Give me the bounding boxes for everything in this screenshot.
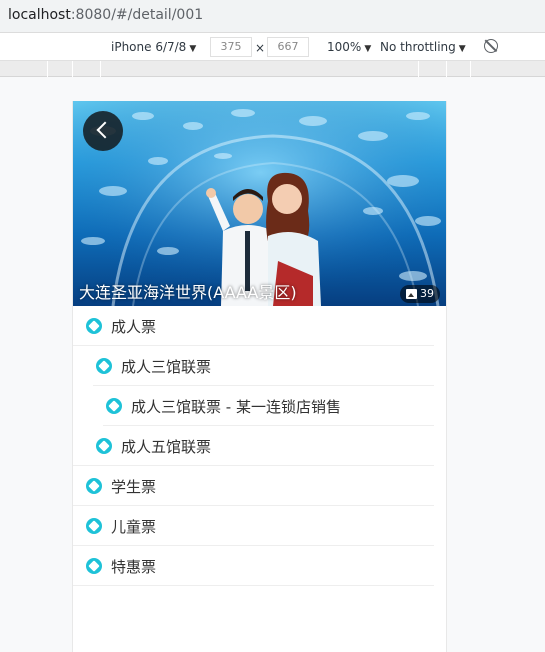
ticket-icon: [106, 398, 122, 414]
ticket-item[interactable]: 成人三馆联票 - 某一连锁店销售: [73, 386, 446, 426]
dimension-separator: ×: [255, 41, 266, 55]
ticket-label: 学生票: [111, 477, 157, 496]
chevron-left-icon: [96, 121, 114, 139]
back-button[interactable]: [83, 111, 123, 151]
device-select-label: iPhone 6/7/8: [111, 40, 187, 54]
ticket-item[interactable]: 成人票: [73, 306, 446, 346]
dropdown-arrow-icon: ▼: [364, 44, 372, 54]
ruler-tick: [418, 61, 419, 77]
url-path: :8080/#/detail/001: [70, 7, 204, 23]
rotate-icon[interactable]: [484, 39, 498, 53]
media-query-ruler[interactable]: [0, 61, 545, 77]
ruler-tick: [47, 61, 48, 77]
ticket-list: 成人票 成人三馆联票 成人三馆联票 - 某一连锁店销售 成人五馆联票 学生票 儿…: [73, 306, 446, 586]
photo-count-value: 39: [420, 287, 434, 300]
ticket-icon: [86, 318, 102, 334]
ticket-label: 特惠票: [111, 557, 157, 576]
hero-banner[interactable]: 大连圣亚海洋世界(AAAA景区) 39: [73, 101, 446, 306]
zoom-select-label: 100%: [327, 40, 362, 54]
ticket-icon: [86, 478, 102, 494]
ticket-label: 成人票: [111, 317, 157, 336]
ruler-tick: [470, 61, 471, 77]
ticket-icon: [96, 438, 112, 454]
device-select[interactable]: iPhone 6/7/8 ▼: [111, 40, 196, 54]
zoom-select[interactable]: 100% ▼: [327, 40, 371, 54]
ticket-item[interactable]: 成人三馆联票: [73, 346, 446, 386]
ticket-item[interactable]: 成人五馆联票: [73, 426, 446, 466]
image-icon: [406, 289, 417, 299]
ruler-tick: [72, 61, 73, 77]
device-toolbar: iPhone 6/7/8 ▼ 375 × 667 100% ▼ No throttl…: [0, 33, 545, 61]
ruler-tick: [100, 61, 101, 77]
height-input[interactable]: 667: [267, 37, 309, 57]
ticket-label: 成人三馆联票: [121, 357, 212, 376]
ticket-label: 成人三馆联票 - 某一连锁店销售: [131, 397, 341, 416]
aquarium-photo: [73, 101, 446, 306]
ticket-item[interactable]: 特惠票: [73, 546, 446, 586]
ruler-tick: [446, 61, 447, 77]
dropdown-arrow-icon: ▼: [189, 44, 197, 54]
scenic-title: 大连圣亚海洋世界(AAAA景区): [79, 283, 297, 302]
url-text[interactable]: localhost:8080/#/detail/001: [8, 7, 203, 23]
mobile-viewport: 大连圣亚海洋世界(AAAA景区) 39 成人票 成人三馆联票 成人三馆联票 - …: [72, 101, 447, 652]
ticket-label: 成人五馆联票: [121, 437, 212, 456]
ticket-icon: [86, 558, 102, 574]
ticket-icon: [86, 518, 102, 534]
ticket-icon: [96, 358, 112, 374]
row-divider: [73, 585, 434, 586]
ticket-item[interactable]: 儿童票: [73, 506, 446, 546]
throttling-select[interactable]: No throttling ▼: [380, 40, 466, 54]
address-bar[interactable]: localhost:8080/#/detail/001: [0, 0, 545, 33]
ticket-item[interactable]: 学生票: [73, 466, 446, 506]
ticket-label: 儿童票: [111, 517, 157, 536]
width-input[interactable]: 375: [210, 37, 252, 57]
throttling-select-label: No throttling: [380, 40, 456, 54]
url-host: localhost: [8, 7, 71, 23]
photo-count-badge[interactable]: 39: [400, 285, 440, 303]
dropdown-arrow-icon: ▼: [458, 44, 466, 54]
